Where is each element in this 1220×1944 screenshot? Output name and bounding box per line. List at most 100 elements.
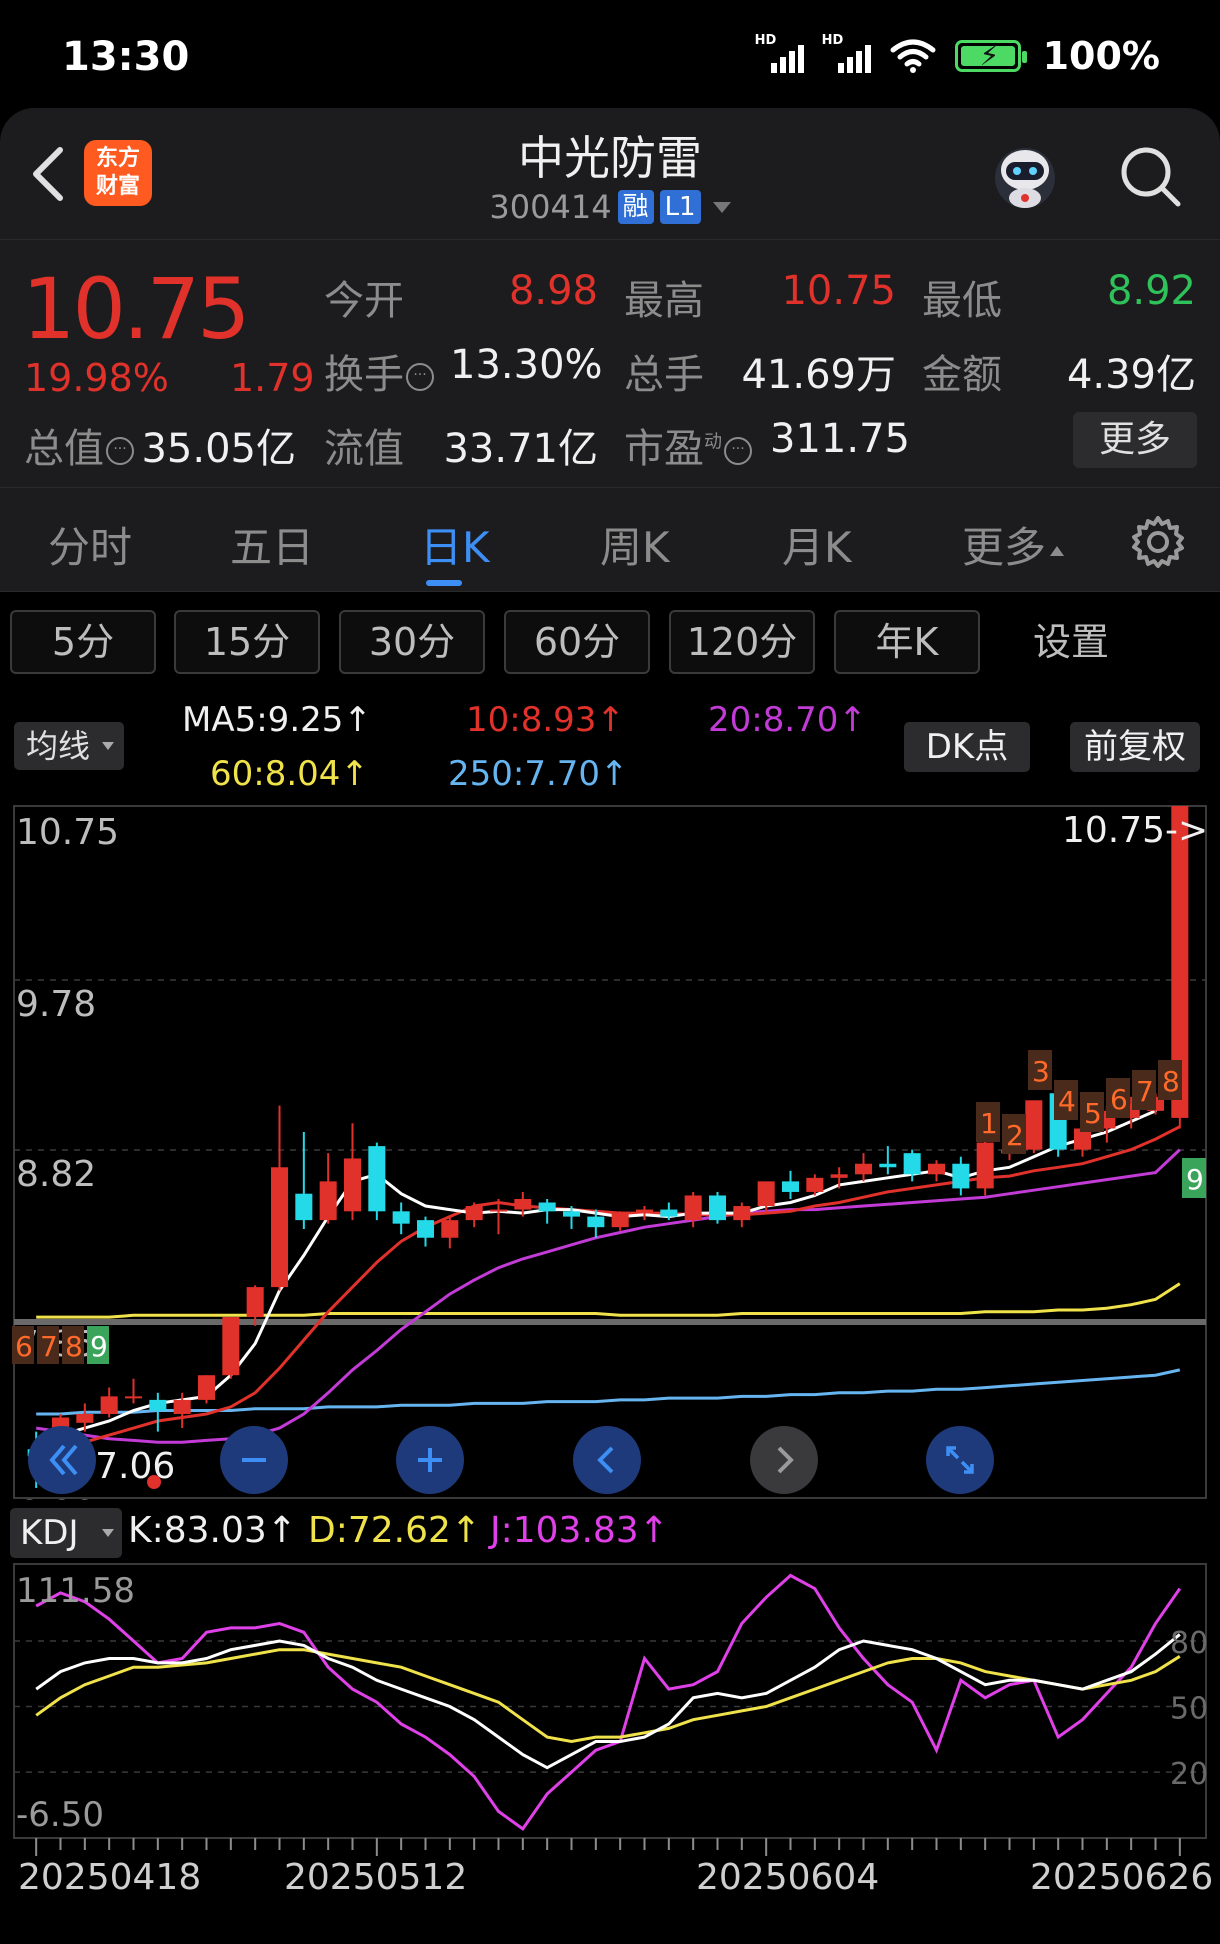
kline-chart[interactable]: 10.759.788.827.856.8810.75-><---7.066789… (0, 798, 1220, 1500)
candle (489, 1209, 508, 1212)
tab-five-day[interactable]: 五日 (230, 514, 314, 575)
forward-adjust-button[interactable]: 前复权 (1070, 722, 1200, 772)
td-signal-number: 9 (90, 1330, 108, 1363)
candle (514, 1198, 532, 1210)
kdj-k-value: K:83.03↑ (128, 1510, 297, 1551)
kdj-chart[interactable]: 80 50 20 111.58 -6.50 (0, 1560, 1220, 1860)
period-120min-button[interactable]: 120分 (669, 610, 815, 674)
candle (611, 1213, 629, 1228)
ma250-value: 250:7.70↑ (448, 754, 629, 794)
zoom-out-button[interactable] (220, 1426, 288, 1494)
candle (343, 1158, 362, 1212)
kdj-level-label: 50 (1170, 1692, 1208, 1727)
candle (806, 1177, 824, 1192)
kdj-level-label: 80 (1170, 1626, 1208, 1661)
margin-badge: 融 (617, 190, 654, 224)
wifi-icon (890, 39, 936, 73)
kdj-indicator-select[interactable]: KDJ (10, 1508, 122, 1558)
battery-percent: 100% (1042, 34, 1160, 78)
period-60min-button[interactable]: 60分 (504, 610, 650, 674)
rewind-icon[interactable] (28, 1426, 96, 1494)
expand-icon (946, 1446, 974, 1474)
td-signal-number: 1 (980, 1107, 998, 1140)
more-quote-button[interactable]: 更多 (1073, 412, 1197, 468)
y-axis-label: 9.78 (16, 984, 96, 1025)
y-axis-label: 10.75 (16, 812, 119, 853)
tab-monthly-k[interactable]: 月K (782, 514, 852, 575)
float-cap-value: 33.71亿 (443, 426, 598, 472)
kdj-d-value: D:72.62↑ (308, 1510, 482, 1551)
tab-weekly-k[interactable]: 周K (600, 514, 670, 575)
candle (733, 1206, 751, 1221)
float-cap-label: 流值 (324, 426, 404, 472)
status-bar: 13:30 HD HD ⚡ 100% (0, 0, 1220, 108)
market-cap-label: 总值 ··· (24, 416, 134, 474)
cellular-signal-icon-2: HD (822, 33, 871, 73)
zoom-in-button[interactable] (396, 1426, 464, 1494)
scroll-left-button[interactable] (573, 1426, 641, 1494)
date-label: 20250626 (1030, 1857, 1214, 1898)
dk-point-button[interactable]: DK点 (904, 722, 1030, 772)
period-yearly-button[interactable]: 年K (834, 610, 980, 674)
candle (270, 1167, 289, 1288)
robot-assistant-icon[interactable] (984, 136, 1066, 218)
info-icon[interactable]: ··· (724, 437, 752, 465)
tab-intraday[interactable]: 分时 (48, 514, 132, 575)
candle (587, 1216, 605, 1228)
info-icon[interactable]: ··· (106, 437, 134, 465)
low-label: 最低 (922, 278, 1002, 324)
ma20-value: 20:8.70↑ (708, 700, 867, 740)
ma60-value: 60:8.04↑ (210, 754, 369, 794)
ma-indicator-select[interactable]: 均线 (14, 722, 124, 770)
candle (222, 1317, 240, 1376)
y-axis-label: 6.88 (16, 1494, 96, 1500)
candle (781, 1181, 800, 1192)
candle (952, 1163, 970, 1189)
kdj-j-value: J:103.83↑ (490, 1510, 669, 1551)
candle (903, 1153, 921, 1175)
scroll-right-button[interactable] (750, 1426, 818, 1494)
candle (927, 1163, 946, 1175)
volume-value: 41.69万 (741, 352, 896, 398)
turnover-label: 换手 ··· (324, 342, 434, 400)
period-settings-button[interactable]: 设置 (998, 610, 1144, 674)
chevron-down-icon[interactable] (712, 201, 731, 213)
period-tabs: 分时 五日 日K 周K 月K 更多 (0, 488, 1220, 592)
candle (76, 1413, 94, 1423)
current-price: 10.75 (22, 260, 250, 358)
period-15min-button[interactable]: 15分 (174, 610, 320, 674)
period-30min-button[interactable]: 30分 (339, 610, 485, 674)
candle (854, 1163, 873, 1175)
search-icon[interactable] (1118, 144, 1184, 210)
kdj-y-max-label: 111.58 (16, 1571, 135, 1611)
period-5min-button[interactable]: 5分 (10, 610, 156, 674)
tab-daily-k[interactable]: 日K (420, 514, 490, 575)
candle (124, 1396, 143, 1399)
td-signal-number: 4 (1058, 1085, 1076, 1118)
candle (879, 1163, 897, 1168)
minus-icon (242, 1458, 266, 1462)
tab-more[interactable]: 更多 (962, 514, 1065, 575)
open-label: 今开 (324, 278, 404, 324)
td-signal-number: 7 (1136, 1075, 1154, 1108)
caret-up-icon (1050, 545, 1065, 556)
candle (441, 1220, 459, 1238)
candle (708, 1195, 727, 1221)
td-signal-number: 8 (1162, 1065, 1180, 1098)
level-badge: L1 (659, 190, 701, 224)
turnover-value: 13.30% (450, 342, 603, 388)
info-icon[interactable]: ··· (406, 363, 434, 391)
fullscreen-button[interactable] (926, 1426, 994, 1494)
kdj-y-min-label: -6.50 (16, 1795, 104, 1835)
date-label: 20250418 (18, 1857, 202, 1898)
candle (684, 1195, 702, 1221)
candle (976, 1142, 994, 1189)
candle (319, 1181, 337, 1221)
ma10-value: 10:8.93↑ (466, 700, 625, 740)
candle (660, 1209, 678, 1217)
candle (392, 1211, 410, 1224)
gear-icon[interactable] (1130, 514, 1186, 570)
td-signal-number: 5 (1084, 1097, 1102, 1130)
candle (1025, 1100, 1043, 1150)
candle (246, 1287, 264, 1318)
